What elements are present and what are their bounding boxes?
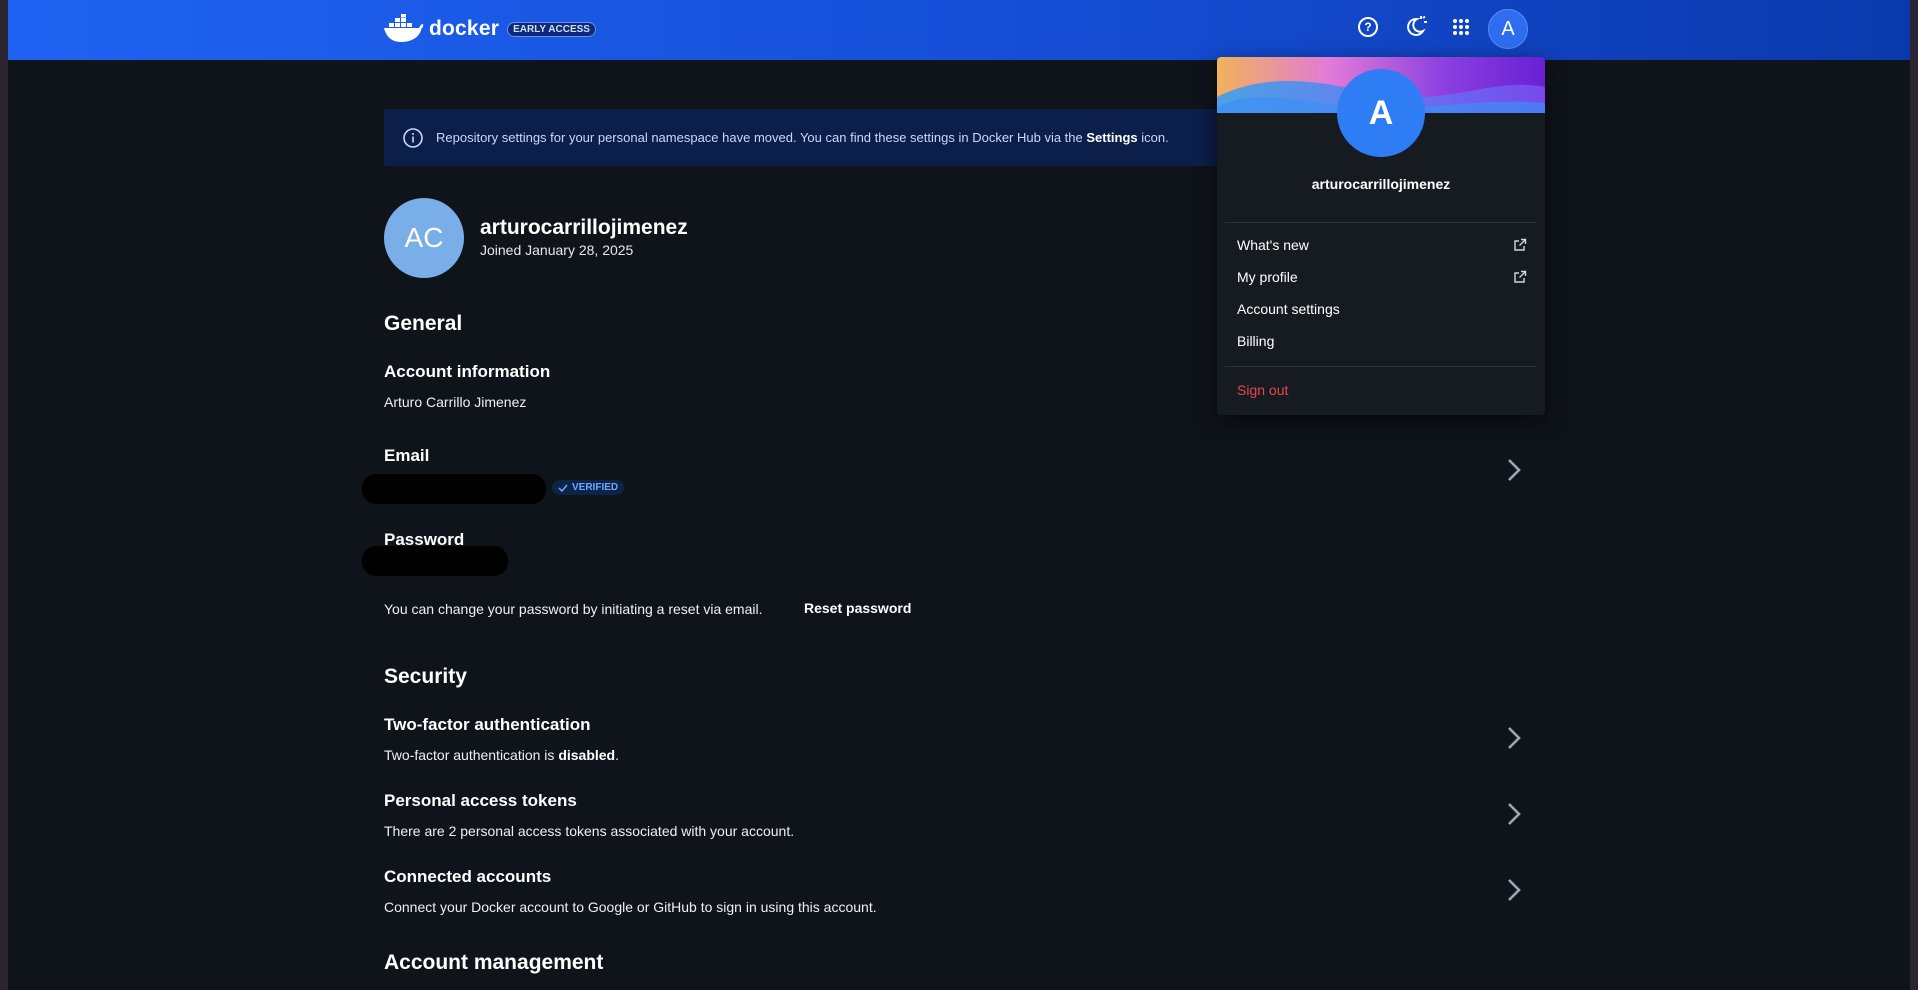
section-heading-security: Security [384,665,467,688]
apps-grid-icon[interactable] [1448,14,1474,40]
info-icon [403,127,423,148]
menu-avatar: A [1337,69,1425,157]
theme-toggle-icon[interactable] [1402,14,1428,40]
menu-divider [1225,222,1537,223]
connected-accounts-text: Connect your Docker account to Google or… [384,899,877,915]
email-chevron-right-icon[interactable] [1502,456,1526,484]
two-factor-title: Two-factor authentication [384,715,591,734]
redacted-password [362,546,508,576]
section-heading-general: General [384,312,463,335]
docker-logo[interactable]: docker EARLY ACCESS [383,14,596,44]
menu-username: arturocarrillojimenez [1311,176,1451,192]
profile-joined-date: Joined January 28, 2025 [480,242,634,258]
personal-access-tokens-text: There are 2 personal access tokens assoc… [384,823,795,839]
user-avatar-button[interactable]: A [1488,9,1528,49]
account-full-name: Arturo Carrillo Jimenez [384,394,527,410]
reset-password-button[interactable]: Reset password [804,600,911,616]
info-banner-text: Repository settings for your personal na… [436,130,1169,145]
password-hint: You can change your password by initiati… [384,601,763,617]
menu-item-sign-out[interactable]: Sign out [1237,378,1527,402]
external-link-icon [1514,238,1527,251]
svg-text:?: ? [1364,20,1371,34]
tokens-chevron-right-icon[interactable] [1502,800,1526,828]
email-title: Email [384,446,430,465]
profile-username: arturocarrillojimenez [480,216,688,239]
menu-item-billing[interactable]: Billing [1237,329,1527,353]
docker-whale-icon [384,14,424,42]
menu-item-whats-new[interactable]: What's new [1237,233,1527,257]
early-access-badge: EARLY ACCESS [507,21,596,37]
verified-badge: VERIFIED [552,480,625,495]
check-icon [558,484,568,492]
two-factor-status: Two-factor authentication is disabled. [384,747,619,763]
account-information-title: Account information [384,362,551,381]
two-factor-chevron-right-icon[interactable] [1502,724,1526,752]
connected-accounts-title: Connected accounts [384,867,552,886]
top-navigation-bar: docker EARLY ACCESS ? A [8,0,1910,60]
app-window: docker EARLY ACCESS ? A Repository setti… [8,0,1910,990]
profile-avatar: AC [384,198,464,278]
brand-name: docker [429,17,500,40]
menu-item-my-profile[interactable]: My profile [1237,265,1527,289]
connected-accounts-chevron-right-icon[interactable] [1502,876,1526,904]
external-link-icon [1514,270,1527,283]
user-dropdown-menu: A arturocarrillojimenez What's new My pr… [1217,57,1545,415]
redacted-email [362,474,546,504]
section-heading-account-management: Account management [384,951,604,974]
personal-access-tokens-title: Personal access tokens [384,791,577,810]
menu-divider [1225,366,1537,367]
menu-item-account-settings[interactable]: Account settings [1237,297,1527,321]
help-icon[interactable]: ? [1355,14,1381,40]
